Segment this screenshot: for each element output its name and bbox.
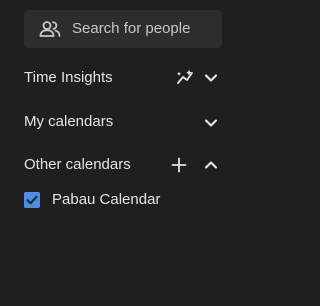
chevron-down-icon[interactable] [199, 66, 223, 90]
calendar-item-pabau[interactable]: Pabau Calendar [0, 186, 249, 214]
search-placeholder: Search for people [72, 20, 191, 37]
chevron-up-icon[interactable] [199, 153, 223, 177]
other-calendars-label: Other calendars [24, 156, 131, 173]
calendar-checkbox[interactable] [24, 192, 40, 208]
chevron-down-icon[interactable] [199, 111, 223, 135]
my-calendars-label: My calendars [24, 113, 114, 130]
other-calendars-section[interactable]: Other calendars [0, 149, 249, 181]
people-icon [39, 20, 61, 38]
time-insights-label: Time Insights [24, 69, 113, 86]
time-insights-section[interactable]: Time Insights [0, 62, 249, 94]
calendar-label: Pabau Calendar [52, 191, 161, 208]
people-search-input[interactable]: Search for people [24, 10, 222, 48]
add-icon[interactable] [167, 153, 191, 177]
my-calendars-section[interactable]: My calendars [0, 106, 249, 138]
insights-icon[interactable] [174, 66, 198, 90]
